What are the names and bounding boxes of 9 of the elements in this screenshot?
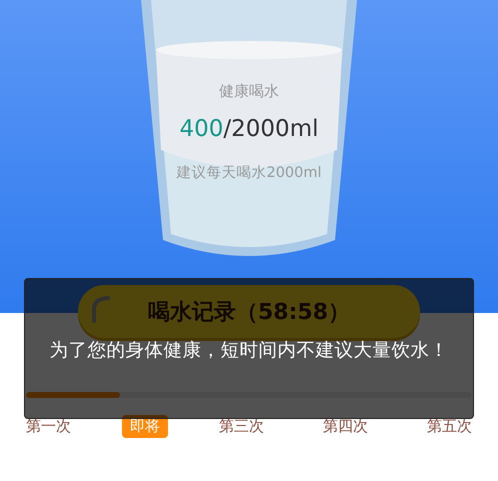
step-label[interactable]: 第四次 <box>315 414 376 438</box>
spinner-icon <box>90 295 112 325</box>
intake-text: 400/2000ml <box>178 116 320 142</box>
step-label[interactable]: 第五次 <box>419 414 480 438</box>
step-label[interactable]: 第一次 <box>18 414 79 438</box>
step-label[interactable]: 第三次 <box>211 414 272 438</box>
title-text: 健康喝水 <box>218 82 280 101</box>
hint-text: 建议每天喝水2000ml <box>175 164 323 182</box>
toast-message: 为了您的身体健康，短时间内不建议大量饮水！ <box>50 339 448 363</box>
